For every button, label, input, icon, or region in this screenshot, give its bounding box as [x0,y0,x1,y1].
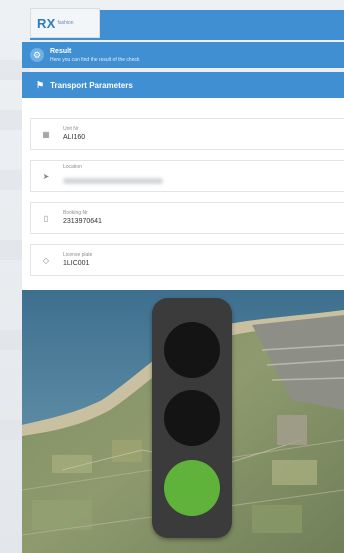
app-logo[interactable]: RX fashion [30,8,100,38]
transport-parameters-panel: ⚑ Transport Parameters ▦ Unit Nr ALI160 … [22,72,344,290]
field-license-plate: ◇ License plate 1LIC001 [30,244,344,276]
traffic-light-green-lamp [164,460,220,516]
traffic-light-red-lamp [164,322,220,378]
field-unit-nr: ▦ Unit Nr ALI160 [30,118,344,150]
field-location: ➤ Location [30,160,344,192]
result-icon: ⚙ [30,48,44,62]
logo-brand: RX [37,15,56,31]
flag-icon: ⚑ [36,79,45,90]
panel-header: ⚑ Transport Parameters [22,72,344,98]
document-icon: ▯ [43,213,49,223]
field-value: 1LIC001 [63,259,90,267]
result-header: ⚙ Result Here you can find the result of… [22,42,344,68]
field-label: License plate [63,251,93,258]
field-booking-nr: ▯ Booking Nr 2313970641 [30,202,344,234]
field-value: 2313970641 [63,217,102,225]
field-label: Unit Nr [63,125,79,132]
field-label: Booking Nr [63,209,88,216]
field-value-redacted [63,177,163,184]
result-title: Result [50,47,72,55]
logo-tagline: fashion [57,20,74,26]
location-arrow-icon: ➤ [42,171,50,181]
panel-title: Transport Parameters [50,80,133,90]
traffic-light-yellow-lamp [164,390,220,446]
tag-icon: ◇ [42,255,50,265]
traffic-light [152,298,232,538]
field-label: Location [63,163,82,170]
result-subtitle: Here you can find the result of the chec… [50,56,140,63]
field-value: ALI160 [63,133,86,141]
grid-icon: ▦ [42,129,50,139]
